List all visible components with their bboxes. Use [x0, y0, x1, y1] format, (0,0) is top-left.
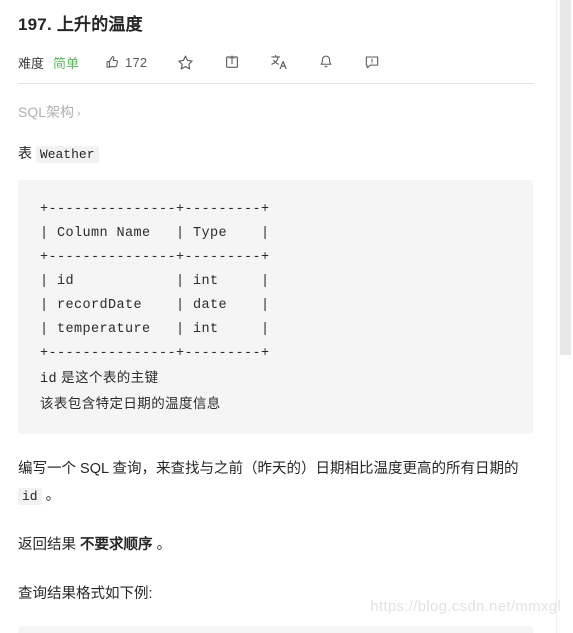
schema-note-line2: 该表包含特定日期的温度信息 — [40, 396, 221, 411]
page-title: 197. 上升的温度 — [18, 15, 143, 34]
table-name-code: Weather — [35, 146, 99, 163]
vertical-scrollbar-thumb[interactable] — [560, 0, 571, 355]
sql-schema-link[interactable]: SQL架构 › — [18, 102, 81, 122]
notification-button[interactable] — [318, 54, 334, 70]
translate-button[interactable] — [270, 53, 288, 71]
table-label: 表 Weather — [18, 142, 534, 166]
example-intro-paragraph: 查询结果格式如下例: — [18, 586, 153, 602]
description-text-a: 编写一个 SQL 查询，来查找与之前（昨天的）日期相比温度更高的所有日期的 — [18, 461, 519, 477]
order-note-a: 返回结果 — [18, 537, 76, 553]
example-code-block: Weather — [18, 626, 533, 633]
vote-button[interactable]: 172 — [105, 55, 147, 70]
order-note-bold: 不要求顺序 — [80, 537, 153, 553]
table-label-prefix: 表 — [18, 145, 32, 161]
translate-icon — [270, 53, 288, 71]
problem-title-text: 上升的温度 — [56, 15, 143, 34]
title-row: 197. 上升的温度 — [18, 0, 534, 37]
feedback-icon — [364, 54, 380, 70]
problem-page: 197. 上升的温度 难度 简单 172 SQL架构 › 表 Weather +… — [0, 0, 573, 633]
description-inline-code: id — [18, 488, 42, 505]
feedback-button[interactable] — [364, 54, 380, 70]
share-icon — [224, 54, 240, 70]
order-note-paragraph: 返回结果 不要求顺序 。 — [18, 532, 534, 559]
bell-icon — [318, 54, 334, 70]
sql-schema-link-label: SQL架构 — [18, 104, 75, 120]
description-text-b: 。 — [45, 488, 61, 504]
description-paragraph: 编写一个 SQL 查询，来查找与之前（昨天的）日期相比温度更高的所有日期的 id… — [18, 456, 534, 510]
vertical-scrollbar-track[interactable] — [556, 0, 573, 633]
difficulty-label: 难度 — [18, 55, 45, 71]
schema-note-line1: id 是这个表的主键 — [40, 366, 511, 392]
meta-row: 难度 简单 172 — [18, 46, 534, 78]
header-divider — [18, 83, 534, 84]
schema-note-rest: 是这个表的主键 — [61, 370, 159, 385]
order-note-b: 。 — [156, 537, 172, 553]
schema-code-block: +---------------+---------+ | Column Nam… — [18, 180, 533, 434]
favorite-button[interactable] — [177, 54, 194, 71]
chevron-right-icon: › — [77, 108, 81, 120]
schema-ascii-table: +---------------+---------+ | Column Nam… — [40, 202, 270, 361]
share-button[interactable] — [224, 54, 240, 70]
vote-count: 172 — [125, 54, 148, 70]
difficulty-value[interactable]: 简单 — [53, 53, 79, 72]
thumbs-up-icon — [105, 55, 120, 70]
content-column: 197. 上升的温度 难度 简单 172 SQL架构 › 表 Weather +… — [0, 0, 552, 633]
problem-number: 197. — [18, 15, 52, 34]
star-icon — [177, 54, 194, 71]
schema-note-code: id — [40, 372, 58, 387]
